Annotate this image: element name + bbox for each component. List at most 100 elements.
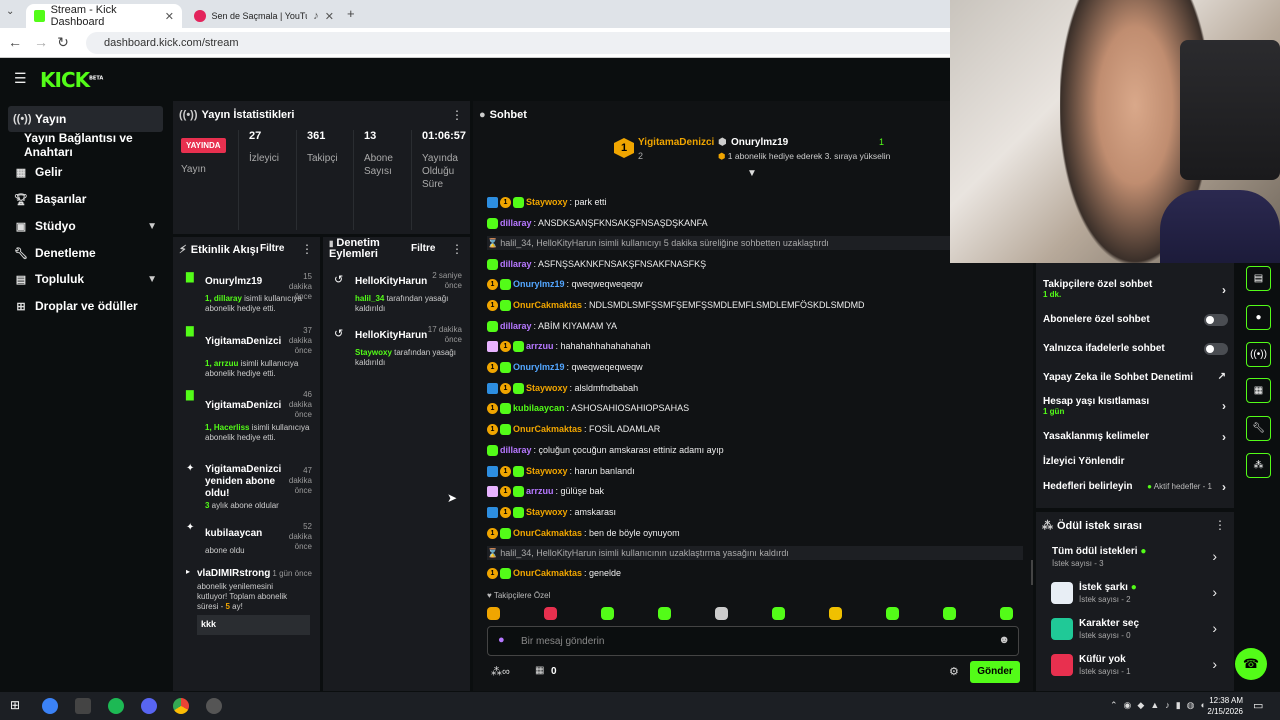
close-tab-icon[interactable]: ✕ (165, 10, 174, 23)
reward-menu-icon[interactable]: ⋮ (1214, 518, 1226, 532)
chat-system-message[interactable]: ⌛ halil_34, HelloKityHarun isimli kullan… (487, 236, 1023, 250)
clock[interactable]: 12:38 AM 2/15/2026 (1205, 695, 1243, 717)
tab-kick-dashboard[interactable]: Stream - Kick Dashboard ✕ (26, 4, 182, 28)
chat-message[interactable]: 1 Onurylmz19: qweqweqweqeqw (487, 277, 643, 291)
layout-icon[interactable]: ▦ (1246, 378, 1271, 403)
tab-search-icon[interactable]: ⌄ (6, 6, 14, 17)
subscribers-only-toggle[interactable] (1204, 314, 1228, 326)
tab-youtube[interactable]: Sen de Saçmala | YouTube ♪ ✕ (186, 4, 342, 28)
sidebar-item-topluluk[interactable]: ▤ Topluluk ▼ (8, 266, 163, 292)
sidebar-item-yayin[interactable]: ((•)) Yayın (8, 106, 163, 132)
setting-account-age[interactable]: Hesap yaşı kısıtlaması 1 gün › (1043, 396, 1228, 422)
chat-username[interactable]: arrzuu (526, 341, 554, 351)
chat-message[interactable]: 1 arrzuu: hahahahhahahahahah (487, 339, 651, 353)
setting-subscribers-only[interactable]: Abonelere özel sohbet (1043, 314, 1228, 328)
chat-username[interactable]: OnurCakmaktas (513, 424, 582, 434)
spotify-icon[interactable] (108, 698, 124, 714)
chat-message[interactable]: dillaray: ABİM KIYAMAM YA (487, 319, 617, 333)
close-tab-icon[interactable]: ✕ (325, 10, 334, 23)
chat-bubble-icon[interactable]: ● (1246, 305, 1271, 330)
obs-icon[interactable] (206, 698, 222, 714)
app-icon[interactable] (75, 698, 91, 714)
broadcast-icon[interactable]: ((•)) (1246, 342, 1271, 367)
chat-message[interactable]: dillaray: ANSDKSANŞFKNSAKŞFNSAŞDŞKANFA (487, 216, 708, 230)
emote-icon[interactable] (544, 607, 557, 620)
chat-message[interactable]: 1 kubilaaycan: ASHOSAHIOSAHIOPSAHAS (487, 401, 689, 415)
sidebar-item-basarilar[interactable]: 🏆︎ Başarılar (8, 186, 163, 212)
chat-username[interactable]: dillaray (500, 445, 532, 455)
send-button[interactable]: Gönder (970, 661, 1020, 683)
menu-icon[interactable]: ☰ (14, 70, 27, 87)
sidebar-item-gelir[interactable]: ▦ Gelir (8, 159, 163, 185)
chat-username[interactable]: dillaray (500, 321, 532, 331)
url-input[interactable]: dashboard.kick.com/stream (86, 32, 966, 54)
sidebar-item-studyo[interactable]: ▣ Stüdyo ▼ (8, 213, 163, 239)
chat-message[interactable]: 1 Onurylmz19: qweqweqeqweqw (487, 360, 643, 374)
chat-message[interactable]: dillaray: ASFNŞSAKNKFNSAKŞFNSAKFNASFKŞ (487, 257, 706, 271)
activity-menu-icon[interactable]: ⋮ (301, 242, 313, 256)
kick-logo[interactable]: KICKBETA (40, 68, 103, 92)
chat-message[interactable]: 1 arrzuu: gülüşe bak (487, 484, 604, 498)
chat-message[interactable]: 1 OnurCakmaktas: ben de böyle oynuyom (487, 526, 680, 540)
chat-username[interactable]: Staywoxy (526, 466, 568, 476)
emote-icon[interactable] (829, 607, 842, 620)
chrome-icon[interactable] (173, 698, 189, 714)
new-tab-button[interactable]: + (347, 6, 355, 21)
chat-message[interactable]: 1 OnurCakmaktas: FOSİL ADAMLAR (487, 422, 660, 436)
chat-username[interactable]: kubilaaycan (513, 403, 565, 413)
reward-item-all[interactable]: Tüm ödül istekleri ● İstek sayısı - 3 › (1043, 542, 1223, 578)
setting-goals[interactable]: Hedefleri belirleyin ● Aktif hedefler - 1… (1043, 480, 1228, 495)
stats-menu-icon[interactable]: ⋮ (451, 108, 463, 122)
chat-system-message[interactable]: ⌛ halil_34, HelloKityHarun isimli kullan… (487, 546, 1023, 560)
reward-item-song[interactable]: İstek şarkı ● İstek sayısı - 2 › (1043, 578, 1223, 614)
windows-start-icon[interactable]: ⊞ (10, 698, 26, 714)
sidebar-item-stream-key[interactable]: Yayın Bağlantısı ve Anahtarı (8, 131, 173, 159)
moderation-filter-button[interactable]: Filtre (411, 243, 435, 254)
gift-store-icon[interactable]: ▦ (535, 665, 544, 676)
emote-only-toggle[interactable] (1204, 343, 1228, 355)
reward-item-no-swear[interactable]: Küfür yok İstek sayısı - 1 › (1043, 650, 1223, 686)
emote-icon[interactable] (601, 607, 614, 620)
discord-icon[interactable] (141, 698, 157, 714)
wrench-icon[interactable]: 🔧︎ (1246, 416, 1271, 441)
setting-emote-only[interactable]: Yalnızca ifadelerle sohbet (1043, 343, 1228, 357)
emote-icon[interactable] (772, 607, 785, 620)
setting-host-viewers[interactable]: İzleyici Yönlendir (1043, 456, 1228, 470)
setting-followers-only[interactable]: Takipçilere özel sohbet 1 dk. › (1043, 279, 1228, 307)
chat-message[interactable]: 1 Staywoxy: park etti (487, 195, 607, 209)
chat-message[interactable]: 1 Staywoxy: alsldmfndbabah (487, 381, 638, 395)
chat-username[interactable]: Staywoxy (526, 383, 568, 393)
forward-icon[interactable]: → (32, 34, 50, 50)
emoji-icon[interactable]: ☻ (998, 634, 1010, 646)
notes-icon[interactable]: ▤ (1246, 266, 1271, 291)
chat-username[interactable]: Onurylmz19 (513, 279, 565, 289)
emote-icon[interactable] (715, 607, 728, 620)
emote-icon[interactable] (886, 607, 899, 620)
notification-icon[interactable]: ▭ (1253, 699, 1263, 712)
chat-message[interactable]: dillaray: çoluğun çocuğun amskarası etti… (487, 443, 724, 457)
chat-username[interactable]: Staywoxy (526, 507, 568, 517)
chat-username[interactable]: arrzuu (526, 486, 554, 496)
emote-icon[interactable] (658, 607, 671, 620)
chat-username[interactable]: Staywoxy (526, 197, 568, 207)
app-icon[interactable] (42, 698, 58, 714)
chat-username[interactable]: OnurCakmaktas (513, 528, 582, 538)
points-icon[interactable]: ⁂∞ (491, 665, 510, 678)
emote-icon[interactable] (943, 607, 956, 620)
setting-ai-moderation[interactable]: Yapay Zeka ile Sohbet Denetimi ↗ (1043, 371, 1228, 386)
chat-message[interactable]: 1 Staywoxy: harun banlandı (487, 464, 635, 478)
reload-icon[interactable]: ↻ (54, 34, 72, 51)
chat-message[interactable]: 1 OnurCakmaktas: genelde (487, 566, 621, 580)
sidebar-item-denetleme[interactable]: 🔧︎ Denetleme (8, 240, 163, 266)
activity-filter-button[interactable]: Filtre (260, 243, 284, 254)
chat-message[interactable]: 1 OnurCakmaktas: NDLSMDLSMFŞSMFŞEMFŞSMDLE… (487, 298, 865, 312)
chat-input[interactable]: ● Bir mesaj gönderin ☻ (487, 626, 1019, 656)
chat-username[interactable]: dillaray (500, 259, 532, 269)
chat-scrollbar[interactable] (1031, 560, 1033, 585)
chat-username[interactable]: Onurylmz19 (513, 362, 565, 372)
emote-icon[interactable] (487, 607, 500, 620)
emote-icon[interactable] (1000, 607, 1013, 620)
chat-username[interactable]: OnurCakmaktas (513, 568, 582, 578)
chat-username[interactable]: dillaray (500, 218, 532, 228)
chat-message[interactable]: 1 Staywoxy: amskarası (487, 505, 616, 519)
